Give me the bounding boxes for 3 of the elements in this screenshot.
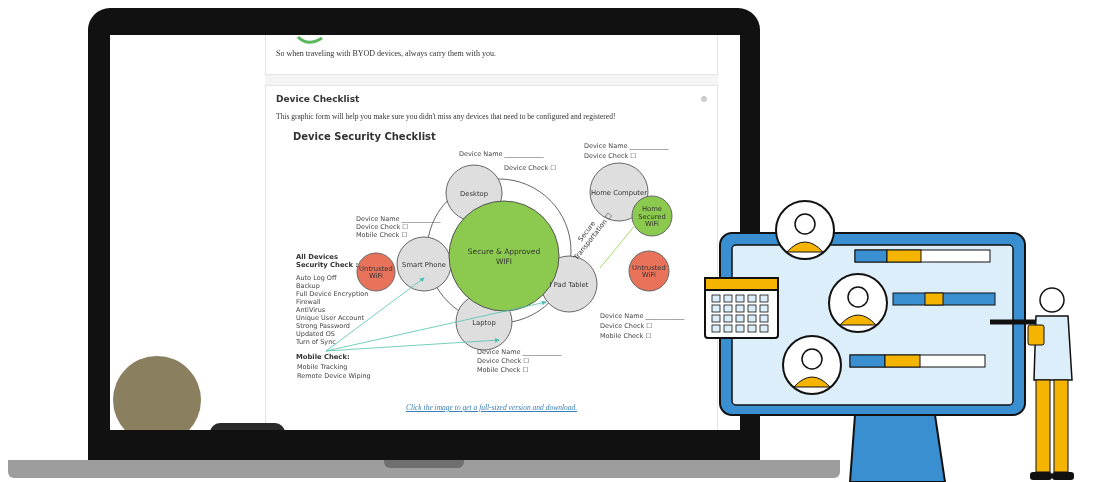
card-title: Device Checklist bbox=[276, 94, 360, 104]
paragraph: So when traveling with BYOD devices, always carry them with you. bbox=[276, 49, 497, 58]
diagram-title: Device Security Checklist bbox=[293, 131, 436, 142]
